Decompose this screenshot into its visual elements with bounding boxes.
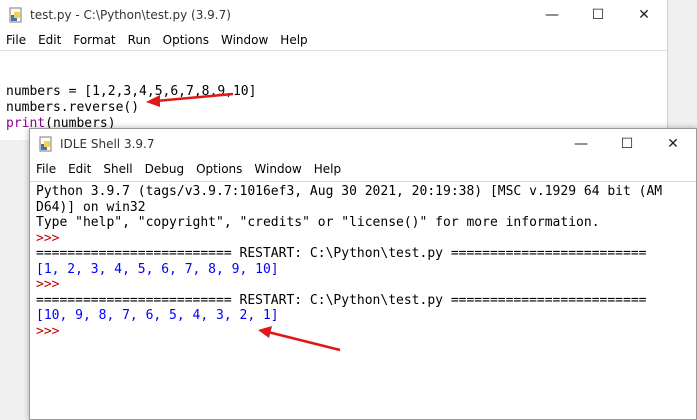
- shell-close-button[interactable]: ✕: [650, 129, 696, 159]
- shell-restart-line: ========================= RESTART: C:\Py…: [36, 246, 647, 261]
- editor-menu-format[interactable]: Format: [67, 33, 121, 47]
- shell-prompt: >>>: [36, 230, 60, 246]
- shell-banner-line-3: Type "help", "copyright", "credits" or "…: [36, 215, 600, 230]
- shell-output-line: [10, 9, 8, 7, 6, 5, 4, 3, 2, 1]: [36, 308, 279, 323]
- code-line-1: numbers = [1,2,3,4,5,6,7,8,9,10]: [6, 84, 257, 99]
- shell-banner-line-2: D64)] on win32: [36, 199, 146, 215]
- shell-minimize-button[interactable]: —: [558, 129, 604, 159]
- editor-separator: [0, 50, 667, 51]
- editor-titlebar[interactable]: test.py - C:\Python\test.py (3.9.7) — ☐ …: [0, 0, 667, 30]
- editor-title: test.py - C:\Python\test.py (3.9.7): [30, 8, 231, 22]
- shell-menu-help[interactable]: Help: [308, 162, 347, 176]
- shell-output-area[interactable]: Python 3.9.7 (tags/v3.9.7:1016ef3, Aug 3…: [30, 181, 696, 419]
- shell-titlebar[interactable]: IDLE Shell 3.9.7 — ☐ ✕: [30, 129, 696, 159]
- shell-maximize-button[interactable]: ☐: [604, 129, 650, 159]
- editor-menu-run[interactable]: Run: [122, 33, 157, 47]
- python-idle-icon: [8, 7, 24, 23]
- editor-menubar: File Edit Format Run Options Window Help: [0, 30, 667, 50]
- editor-window: test.py - C:\Python\test.py (3.9.7) — ☐ …: [0, 0, 668, 140]
- shell-menu-edit[interactable]: Edit: [62, 162, 97, 176]
- shell-title: IDLE Shell 3.9.7: [60, 137, 155, 151]
- editor-code-area[interactable]: numbers = [1,2,3,4,5,6,7,8,9,10] numbers.…: [6, 84, 256, 132]
- editor-menu-options[interactable]: Options: [157, 33, 215, 47]
- shell-menu-options[interactable]: Options: [190, 162, 248, 176]
- editor-menu-edit[interactable]: Edit: [32, 33, 67, 47]
- shell-menu-window[interactable]: Window: [248, 162, 307, 176]
- shell-menu-shell[interactable]: Shell: [97, 162, 138, 176]
- shell-restart-line: ========================= RESTART: C:\Py…: [36, 292, 647, 308]
- editor-maximize-button[interactable]: ☐: [575, 0, 621, 30]
- shell-menu-debug[interactable]: Debug: [139, 162, 190, 176]
- editor-menu-window[interactable]: Window: [215, 33, 274, 47]
- editor-menu-file[interactable]: File: [0, 33, 32, 47]
- editor-close-button[interactable]: ✕: [621, 0, 667, 30]
- code-line-2: numbers.reverse(): [6, 100, 140, 115]
- shell-banner-line-1: Python 3.9.7 (tags/v3.9.7:1016ef3, Aug 3…: [36, 184, 663, 199]
- shell-menubar: File Edit Shell Debug Options Window Hel…: [30, 159, 696, 179]
- shell-output-line: [1, 2, 3, 4, 5, 6, 7, 8, 9, 10]: [36, 261, 279, 277]
- editor-minimize-button[interactable]: —: [529, 0, 575, 30]
- python-idle-icon: [38, 136, 54, 152]
- shell-menu-file[interactable]: File: [30, 162, 62, 176]
- shell-prompt: >>>: [36, 277, 60, 292]
- shell-prompt-current[interactable]: >>>: [36, 324, 662, 340]
- desktop-background: [668, 0, 697, 128]
- shell-window: IDLE Shell 3.9.7 — ☐ ✕ File Edit Shell D…: [29, 128, 697, 420]
- editor-menu-help[interactable]: Help: [274, 33, 313, 47]
